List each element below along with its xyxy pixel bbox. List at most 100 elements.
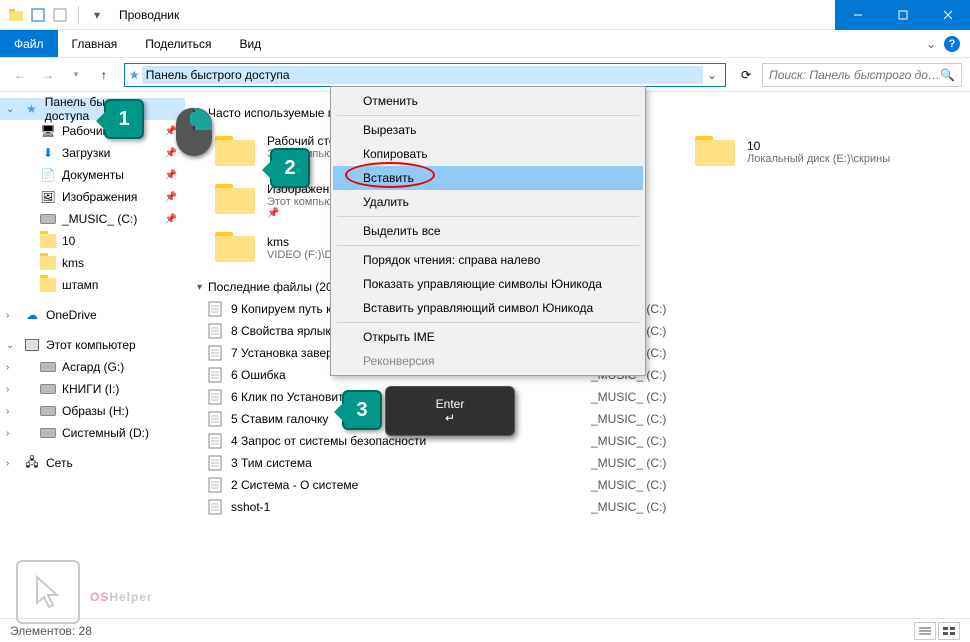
ribbon-tab-view[interactable]: Вид <box>225 30 275 57</box>
file-icon <box>205 477 225 493</box>
file-icon <box>205 499 225 515</box>
annotation-circle <box>345 162 435 188</box>
sidebar-item[interactable]: › Асгард (G:) <box>0 356 185 378</box>
context-menu-item[interactable]: Отменить <box>333 89 643 113</box>
search-input[interactable] <box>769 68 940 82</box>
nav-history-dropdown[interactable]: ▼ <box>64 63 88 87</box>
file-icon <box>205 455 225 471</box>
sidebar-item[interactable]: _MUSIC_ (C:)📌 <box>0 208 185 230</box>
separator <box>78 6 79 24</box>
sidebar-item[interactable]: 📄Документы📌 <box>0 164 185 186</box>
context-menu-item[interactable]: Открыть IME <box>333 325 643 349</box>
sidebar-item[interactable]: ⌄Этот компьютер <box>0 334 185 356</box>
chevron-right-icon[interactable]: › <box>6 428 9 439</box>
sidebar: ⌄★Панель быстрого доступа🖥Рабочий стол📌⬇… <box>0 92 185 618</box>
chevron-down-icon[interactable]: ⌄ <box>6 340 14 351</box>
window-title: Проводник <box>113 8 179 22</box>
view-details-button[interactable] <box>914 622 936 640</box>
context-menu-item[interactable]: Вставить <box>333 166 643 190</box>
frequent-folder-item[interactable]: 10Локальный диск (E:)\скрины <box>685 128 925 176</box>
network-icon: 🖧 <box>24 455 40 471</box>
maximize-button[interactable] <box>880 0 925 30</box>
sidebar-item[interactable]: штамп <box>0 274 185 296</box>
address-dropdown-icon[interactable]: ⌄ <box>703 68 721 82</box>
pin-icon: 📌 <box>165 214 177 225</box>
chevron-right-icon[interactable]: › <box>6 406 9 417</box>
folder-location: Локальный диск (E:)\скрины <box>747 153 919 165</box>
nav-back-button[interactable]: ← <box>8 63 32 87</box>
recent-file-item[interactable]: sshot-1_MUSIC_ (C:) <box>205 496 970 518</box>
qa-newfolder-icon[interactable] <box>52 7 68 23</box>
address-bar[interactable]: ★ ⌄ <box>124 63 726 87</box>
pc-icon <box>24 337 40 353</box>
qa-dropdown-icon[interactable]: ▾ <box>89 7 105 23</box>
status-bar: Элементов: 28 <box>0 618 970 642</box>
chevron-right-icon[interactable]: › <box>6 362 9 373</box>
status-count-label: Элементов: <box>10 624 75 638</box>
sidebar-item[interactable]: 10 <box>0 230 185 252</box>
file-location: _MUSIC_ (C:) <box>591 500 666 514</box>
context-menu-item[interactable]: Выделить все <box>333 219 643 243</box>
sidebar-item-label: Загрузки <box>62 146 110 160</box>
ribbon-expand-icon[interactable]: ⌄ <box>926 37 936 51</box>
drive-icon <box>40 381 56 397</box>
close-button[interactable] <box>925 0 970 30</box>
sidebar-item[interactable]: 🖥Рабочий стол📌 <box>0 120 185 142</box>
menu-separator <box>337 245 639 246</box>
file-icon <box>205 389 225 405</box>
view-icons-button[interactable] <box>938 622 960 640</box>
search-box[interactable]: 🔍 <box>762 63 962 87</box>
file-icon <box>205 367 225 383</box>
refresh-button[interactable]: ⟳ <box>734 63 758 87</box>
recent-file-item[interactable]: 2 Система - О системе_MUSIC_ (C:) <box>205 474 970 496</box>
context-menu-item[interactable]: Копировать <box>333 142 643 166</box>
ribbon-tab-file[interactable]: Файл <box>0 30 58 57</box>
nav-up-button[interactable]: ↑ <box>92 63 116 87</box>
recent-file-item[interactable]: 5 Ставим галочку_MUSIC_ (C:) <box>205 408 970 430</box>
context-menu-item[interactable]: Порядок чтения: справа налево <box>333 248 643 272</box>
folder-icon <box>211 228 259 268</box>
desktop-icon: 🖥 <box>40 123 56 139</box>
minimize-button[interactable] <box>835 0 880 30</box>
titlebar: ▾ Проводник <box>0 0 970 30</box>
recent-file-item[interactable]: 4 Запрос от системы безопасности_MUSIC_ … <box>205 430 970 452</box>
chevron-right-icon[interactable]: › <box>6 458 9 469</box>
ribbon: Файл Главная Поделиться Вид ⌄ ? <box>0 30 970 58</box>
sidebar-item-label: Документы <box>62 168 124 182</box>
context-menu-item[interactable]: Показать управляющие символы Юникода <box>333 272 643 296</box>
sidebar-item[interactable]: ›Образы (H:) <box>0 400 185 422</box>
folder-icon <box>211 132 259 172</box>
context-menu-item[interactable]: Вырезать <box>333 118 643 142</box>
file-location: _MUSIC_ (C:) <box>591 478 666 492</box>
chevron-down-icon[interactable]: ⌄ <box>6 104 14 115</box>
documents-icon: 📄 <box>40 167 56 183</box>
ribbon-tab-share[interactable]: Поделиться <box>131 30 225 57</box>
context-menu-item: Реконверсия <box>333 349 643 373</box>
chevron-right-icon[interactable]: › <box>6 384 9 395</box>
sidebar-item[interactable]: ›Системный (D:) <box>0 422 185 444</box>
sidebar-item[interactable]: ⬇Загрузки📌 <box>0 142 185 164</box>
sidebar-item[interactable]: kms <box>0 252 185 274</box>
help-icon[interactable]: ? <box>944 36 960 52</box>
sidebar-item[interactable]: 🖼Изображения📌 <box>0 186 185 208</box>
sidebar-item[interactable]: ›🖧Сеть <box>0 452 185 474</box>
search-icon[interactable]: 🔍 <box>940 68 955 82</box>
pin-icon: 📌 <box>165 192 177 203</box>
sidebar-item-label: Асгард (G:) <box>62 360 124 374</box>
nav-forward-button[interactable]: → <box>36 63 60 87</box>
context-menu-item[interactable]: Удалить <box>333 190 643 214</box>
ribbon-tab-home[interactable]: Главная <box>58 30 132 57</box>
drive-icon <box>40 211 56 227</box>
sidebar-item-label: КНИГИ (I:) <box>62 382 119 396</box>
sidebar-item[interactable]: ›☁OneDrive <box>0 304 185 326</box>
chevron-right-icon[interactable]: › <box>6 310 9 321</box>
sidebar-item[interactable]: › КНИГИ (I:) <box>0 378 185 400</box>
qa-properties-icon[interactable] <box>30 7 46 23</box>
recent-file-item[interactable]: 6 Клик по Установить_MUSIC_ (C:) <box>205 386 970 408</box>
recent-file-item[interactable]: 3 Тим система_MUSIC_ (C:) <box>205 452 970 474</box>
file-location: _MUSIC_ (C:) <box>591 456 666 470</box>
pictures-icon: 🖼 <box>40 189 56 205</box>
sidebar-item[interactable]: ⌄★Панель быстрого доступа <box>0 98 185 120</box>
context-menu-item[interactable]: Вставить управляющий символ Юникода <box>333 296 643 320</box>
address-input[interactable] <box>142 66 703 84</box>
